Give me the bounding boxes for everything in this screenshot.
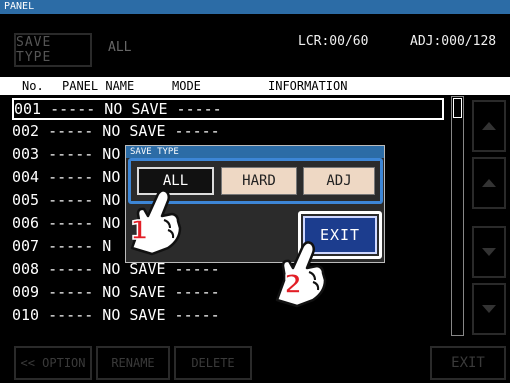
list-item-selected[interactable]: 001 ----- NO SAVE ----- [12, 98, 444, 120]
scroll-up-button[interactable] [472, 157, 506, 209]
window-title: PANEL [0, 0, 510, 14]
scrollbar-thumb[interactable] [453, 98, 462, 118]
adj-count: ADJ:000/128 [410, 34, 497, 49]
arrow-down-icon [482, 248, 496, 256]
save-type-value: ALL [108, 40, 132, 55]
page-down-button[interactable] [472, 283, 506, 335]
list-item[interactable]: 002 ----- NO SAVE ----- [12, 120, 444, 142]
step-2-label: 2 [283, 269, 303, 301]
exit-button[interactable]: EXIT [430, 346, 506, 380]
list-scrollbar[interactable] [451, 96, 464, 336]
pointing-hand-icon [275, 241, 327, 308]
arrow-up-icon [482, 179, 496, 187]
list-item[interactable]: 010 ----- NO SAVE ----- [12, 304, 444, 326]
save-type-button[interactable]: SAVE TYPE [14, 33, 92, 67]
list-header: No. PANEL NAME MODE INFORMATION [0, 77, 510, 95]
lcr-count: LCR:00/60 [298, 34, 369, 49]
option-hard-button[interactable]: HARD [221, 167, 297, 195]
dialog-title: SAVE TYPE [126, 146, 384, 158]
column-header-mode: MODE [172, 79, 201, 93]
option-adj-button[interactable]: ADJ [303, 167, 375, 195]
step-1-label: 1 [129, 215, 149, 247]
arrow-up-icon [482, 122, 496, 130]
list-item[interactable]: 009 ----- NO SAVE ----- [12, 281, 444, 303]
arrow-down-icon [482, 305, 496, 313]
page-up-button[interactable] [472, 100, 506, 152]
option-button[interactable]: << OPTION [14, 346, 92, 380]
delete-button[interactable]: DELETE [174, 346, 252, 380]
rename-button[interactable]: RENAME [96, 346, 170, 380]
column-header-panel-name: PANEL NAME [62, 79, 135, 93]
column-header-information: INFORMATION [268, 79, 348, 93]
column-header-no: No. [22, 79, 44, 93]
scroll-down-button[interactable] [472, 226, 506, 278]
